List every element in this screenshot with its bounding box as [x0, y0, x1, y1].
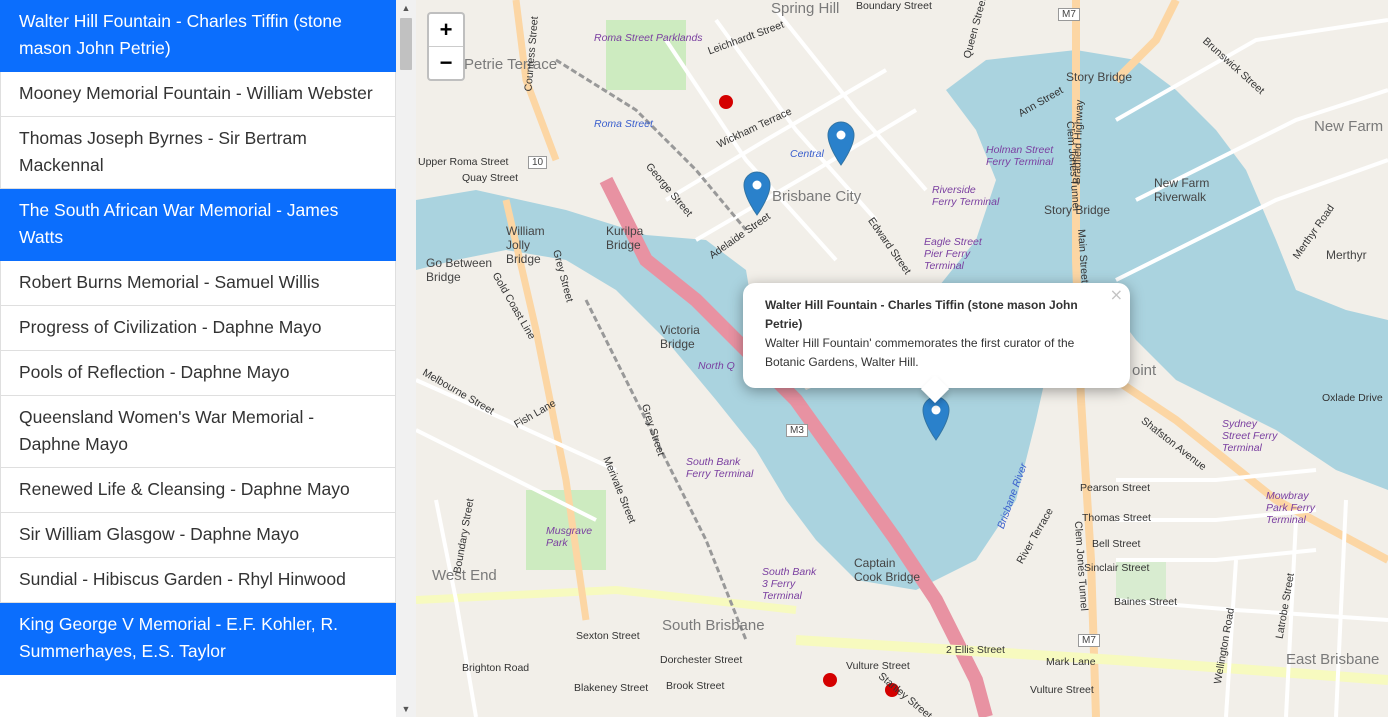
list-item[interactable]: The South African War Memorial - James W… — [0, 189, 396, 261]
map-label: Sexton Street — [576, 630, 640, 642]
list-item[interactable]: Progress of Civilization - Daphne Mayo — [0, 306, 396, 351]
map-label: Vulture Street — [1030, 684, 1094, 696]
map-label: oint — [1132, 362, 1157, 379]
map-label: Brook Street — [666, 680, 725, 692]
scroll-down-arrow-icon[interactable]: ▼ — [396, 701, 416, 717]
scroll-up-arrow-icon[interactable]: ▲ — [396, 0, 416, 16]
list-item[interactable]: Robert Burns Memorial - Samuel Willis — [0, 261, 396, 306]
map-label: Boundary Street — [856, 0, 932, 12]
map-label: Roma Street Parklands — [594, 32, 703, 44]
map-label: Blakeney Street — [574, 682, 649, 694]
map-label: Brisbane City — [772, 188, 862, 205]
map-label: Musgrave Park — [546, 525, 593, 549]
map-label: West End — [432, 567, 497, 584]
map-label: Quay Street — [462, 172, 519, 184]
popup-description: Walter Hill Fountain' commemorates the f… — [765, 336, 1075, 369]
close-icon[interactable]: × — [1110, 285, 1123, 304]
map-label: Holman Street Ferry Terminal — [986, 144, 1054, 168]
popup-title: Walter Hill Fountain - Charles Tiffin (s… — [765, 298, 1078, 331]
list-item[interactable]: Thomas Joseph Byrnes - Sir Bertram Macke… — [0, 117, 396, 189]
map-label: 2 Ellis Street — [946, 644, 1005, 656]
zoom-in-button[interactable]: + — [429, 14, 463, 47]
map-label: M3 — [786, 424, 808, 437]
map-label: Vulture Street — [846, 660, 910, 672]
map-label: M7 — [1078, 634, 1100, 647]
map-label: North Q — [698, 360, 735, 372]
memorial-list: Walter Hill Fountain - Charles Tiffin (s… — [0, 0, 396, 717]
map-label: South Bank 3 Ferry Terminal — [762, 566, 817, 602]
map-label: Sydney Street Ferry Terminal — [1222, 418, 1278, 454]
map-label: Sinclair Street — [1084, 562, 1150, 574]
map-marker-icon[interactable] — [826, 120, 856, 166]
map-label: 10 — [528, 156, 548, 169]
map-label: Roma Street — [594, 118, 653, 130]
list-item[interactable]: Mooney Memorial Fountain - William Webst… — [0, 72, 396, 117]
map-label: South Brisbane — [662, 617, 765, 634]
scrollbar-thumb[interactable] — [400, 18, 412, 70]
map-label: Upper Roma Street — [418, 156, 509, 168]
map-label: Brighton Road — [462, 662, 530, 674]
map-label: Kurilpa Bridge — [606, 224, 644, 252]
map-label: Oxlade Drive — [1322, 392, 1383, 404]
map-label: Central — [790, 148, 824, 160]
map-label: Petrie Terrace — [464, 56, 558, 73]
map-label: Story Bridge — [1066, 70, 1133, 84]
list-item[interactable]: Sundial - Hibiscus Garden - Rhyl Hinwood — [0, 558, 396, 603]
map-label: Baines Street — [1114, 596, 1178, 608]
map-label: Merthyr — [1326, 248, 1367, 262]
list-item[interactable]: Sir William Glasgow - Daphne Mayo — [0, 513, 396, 558]
list-item[interactable]: Renewed Life & Cleansing - Daphne Mayo — [0, 468, 396, 513]
map-label: Mowbray Park Ferry Terminal — [1266, 490, 1316, 526]
map-label: Captain Cook Bridge — [854, 556, 921, 584]
map-label: Riverside Ferry Terminal — [932, 184, 1000, 208]
map-marker-icon[interactable] — [742, 170, 772, 216]
map-label: New Farm — [1314, 118, 1384, 135]
map-label: Dorchester Street — [660, 654, 743, 666]
map-label: Thomas Street — [1082, 512, 1151, 524]
map-label: Victoria Bridge — [660, 323, 700, 351]
map-label: Spring Hill — [771, 0, 840, 17]
map-label: South Bank Ferry Terminal — [686, 456, 754, 480]
marker-popup: × Walter Hill Fountain - Charles Tiffin … — [743, 283, 1130, 404]
map-label: Pearson Street — [1080, 482, 1151, 494]
list-item[interactable]: King George V Memorial - E.F. Kohler, R.… — [0, 603, 396, 675]
list-item[interactable]: Walter Hill Fountain - Charles Tiffin (s… — [0, 0, 396, 72]
map-label: M7 — [1058, 8, 1080, 21]
list-item[interactable]: Pools of Reflection - Daphne Mayo — [0, 351, 396, 396]
list-scrollbar[interactable]: ▲ ▼ — [396, 0, 416, 717]
map-label: New Farm Riverwalk — [1154, 176, 1210, 204]
map-label: East Brisbane — [1286, 651, 1380, 668]
map-label: Eagle Street Pier Ferry Terminal — [924, 236, 982, 272]
list-item[interactable]: Queensland Women's War Memorial - Daphne… — [0, 396, 396, 468]
map-view[interactable]: Spring Hill Boundary Street Roma Street … — [416, 0, 1388, 717]
zoom-control: + − — [427, 12, 465, 81]
zoom-out-button[interactable]: − — [429, 47, 463, 79]
map-label: Bell Street — [1092, 538, 1141, 550]
map-label: Mark Lane — [1046, 656, 1096, 668]
